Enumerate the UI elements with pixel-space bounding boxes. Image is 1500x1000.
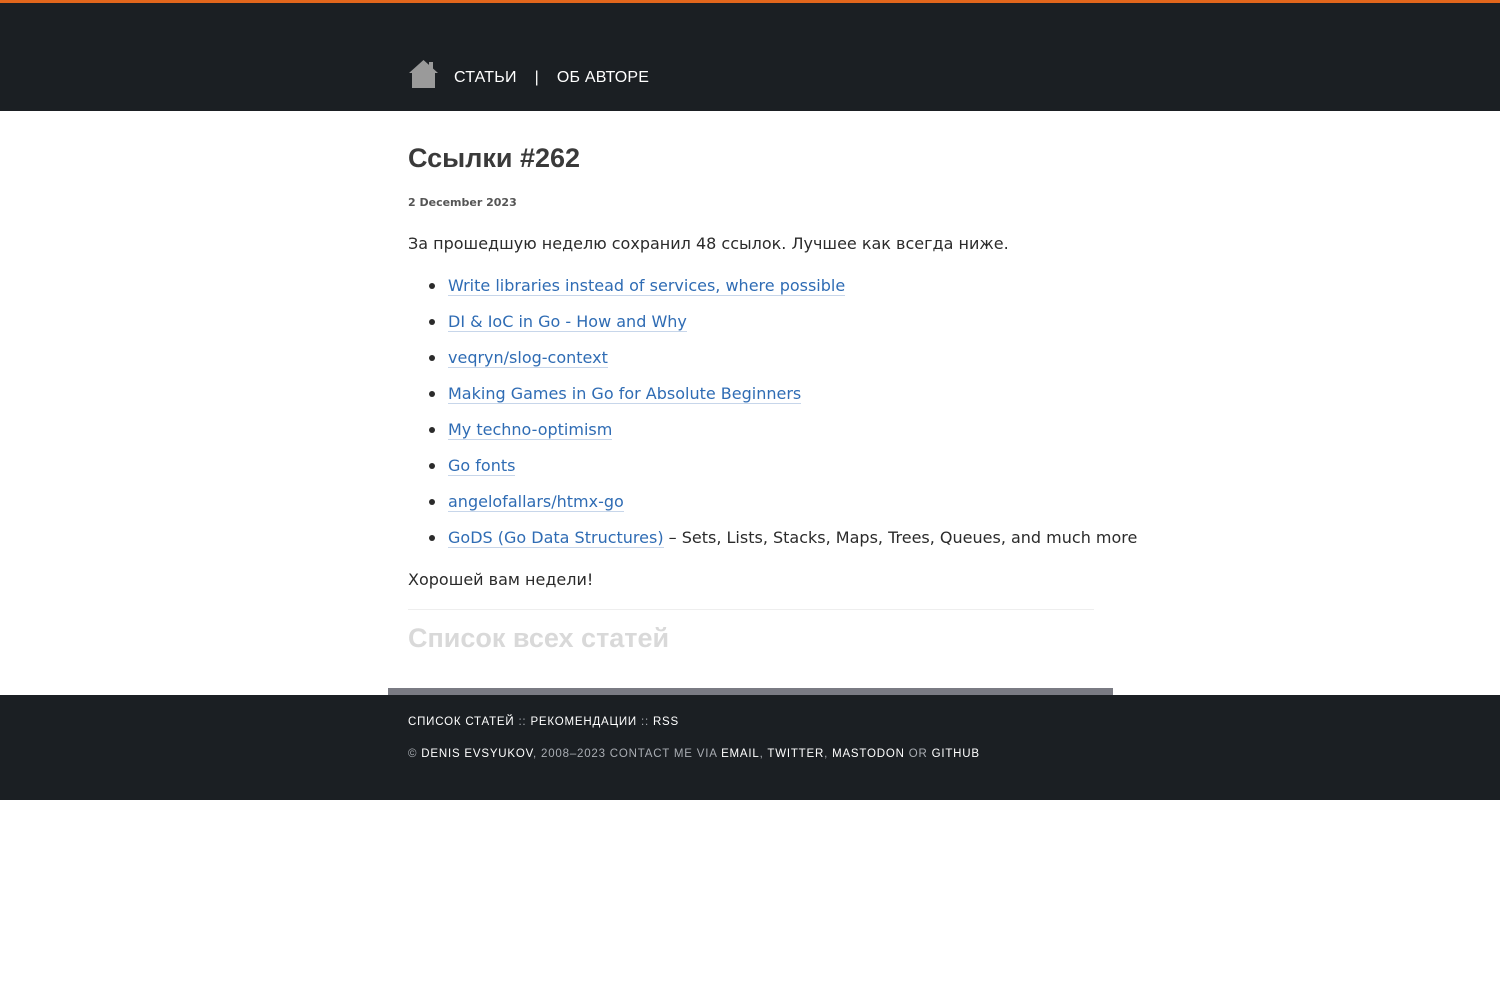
footer-rss-link[interactable]: RSS (653, 716, 679, 728)
footer-comma: , (759, 748, 764, 760)
divider (408, 609, 1094, 610)
list-item: veqryn/slog-context (429, 346, 1137, 382)
post-intro: За прошедшую неделю сохранил 48 ссылок. … (408, 234, 1009, 253)
site-header: СТАТЬИ | ОБ АВТОРЕ (0, 0, 1500, 111)
main-nav: СТАТЬИ | ОБ АВТОРЕ (408, 57, 649, 89)
home-icon[interactable] (408, 58, 439, 89)
footer-or-text: OR (908, 748, 928, 760)
post-date: 2 December 2023 (408, 196, 517, 209)
footer-contact-text: , 2008–2023 CONTACT ME VIA (533, 748, 718, 760)
footer-separator: :: (640, 716, 649, 728)
link-techno-optimism[interactable]: My techno-optimism (448, 420, 613, 440)
post-outro: Хорошей вам недели! (408, 570, 594, 589)
link-go-fonts[interactable]: Go fonts (448, 456, 516, 476)
bullet-icon (429, 391, 435, 397)
bullet-icon (429, 499, 435, 505)
footer-nav: СПИСОК СТАТЕЙ:: РЕКОМЕНДАЦИИ:: RSS (408, 716, 679, 728)
footer-author-link[interactable]: DENIS EVSYUKOV (421, 748, 533, 760)
list-item: angelofallars/htmx-go (429, 490, 1137, 526)
nav-about-link[interactable]: ОБ АВТОРЕ (557, 69, 649, 87)
nav-separator: | (534, 69, 539, 86)
bullet-icon (429, 283, 435, 289)
list-item: GoDS (Go Data Structures) – Sets, Lists,… (429, 526, 1138, 562)
footer-email-link[interactable]: EMAIL (721, 748, 760, 760)
link-di-ioc-go[interactable]: DI & IoC in Go - How and Why (448, 312, 687, 332)
bullet-icon (429, 535, 435, 541)
all-articles-link[interactable]: Список всех статей (408, 623, 669, 654)
link-gods[interactable]: GoDS (Go Data Structures) (448, 528, 664, 548)
footer-separator: :: (518, 716, 527, 728)
footer-mastodon-link[interactable]: MASTODON (832, 748, 905, 760)
bullet-icon (429, 319, 435, 325)
bullet-icon (429, 427, 435, 433)
link-htmx-go[interactable]: angelofallars/htmx-go (448, 492, 624, 512)
bullet-icon (429, 463, 435, 469)
nav-articles-link[interactable]: СТАТЬИ (454, 69, 517, 87)
list-item: Making Games in Go for Absolute Beginner… (429, 382, 1137, 418)
footer-copyright: © DENIS EVSYUKOV, 2008–2023 CONTACT ME V… (408, 748, 980, 760)
copyright-symbol: © (408, 748, 418, 760)
bullet-icon (429, 355, 435, 361)
link-making-games-go[interactable]: Making Games in Go for Absolute Beginner… (448, 384, 802, 404)
link-list: Write libraries instead of services, whe… (408, 274, 1137, 562)
footer-twitter-link[interactable]: TWITTER (767, 748, 824, 760)
post-title: Ссылки #262 (408, 143, 581, 173)
footer-github-link[interactable]: GITHUB (932, 748, 980, 760)
list-item: Go fonts (429, 454, 1137, 490)
link-write-libraries[interactable]: Write libraries instead of services, whe… (448, 276, 846, 296)
link-slog-context[interactable]: veqryn/slog-context (448, 348, 608, 368)
footer-comma: , (824, 748, 829, 760)
list-item: Write libraries instead of services, whe… (429, 274, 1137, 310)
footer-top-strip (388, 688, 1113, 695)
list-item: DI & IoC in Go - How and Why (429, 310, 1137, 346)
list-item: My techno-optimism (429, 418, 1137, 454)
footer-recommendations-link[interactable]: РЕКОМЕНДАЦИИ (530, 716, 637, 728)
footer-articles-list-link[interactable]: СПИСОК СТАТЕЙ (408, 716, 514, 728)
site-footer: СПИСОК СТАТЕЙ:: РЕКОМЕНДАЦИИ:: RSS © DENIS… (0, 695, 1500, 800)
link-suffix: – Sets, Lists, Stacks, Maps, Trees, Queu… (663, 528, 1138, 547)
